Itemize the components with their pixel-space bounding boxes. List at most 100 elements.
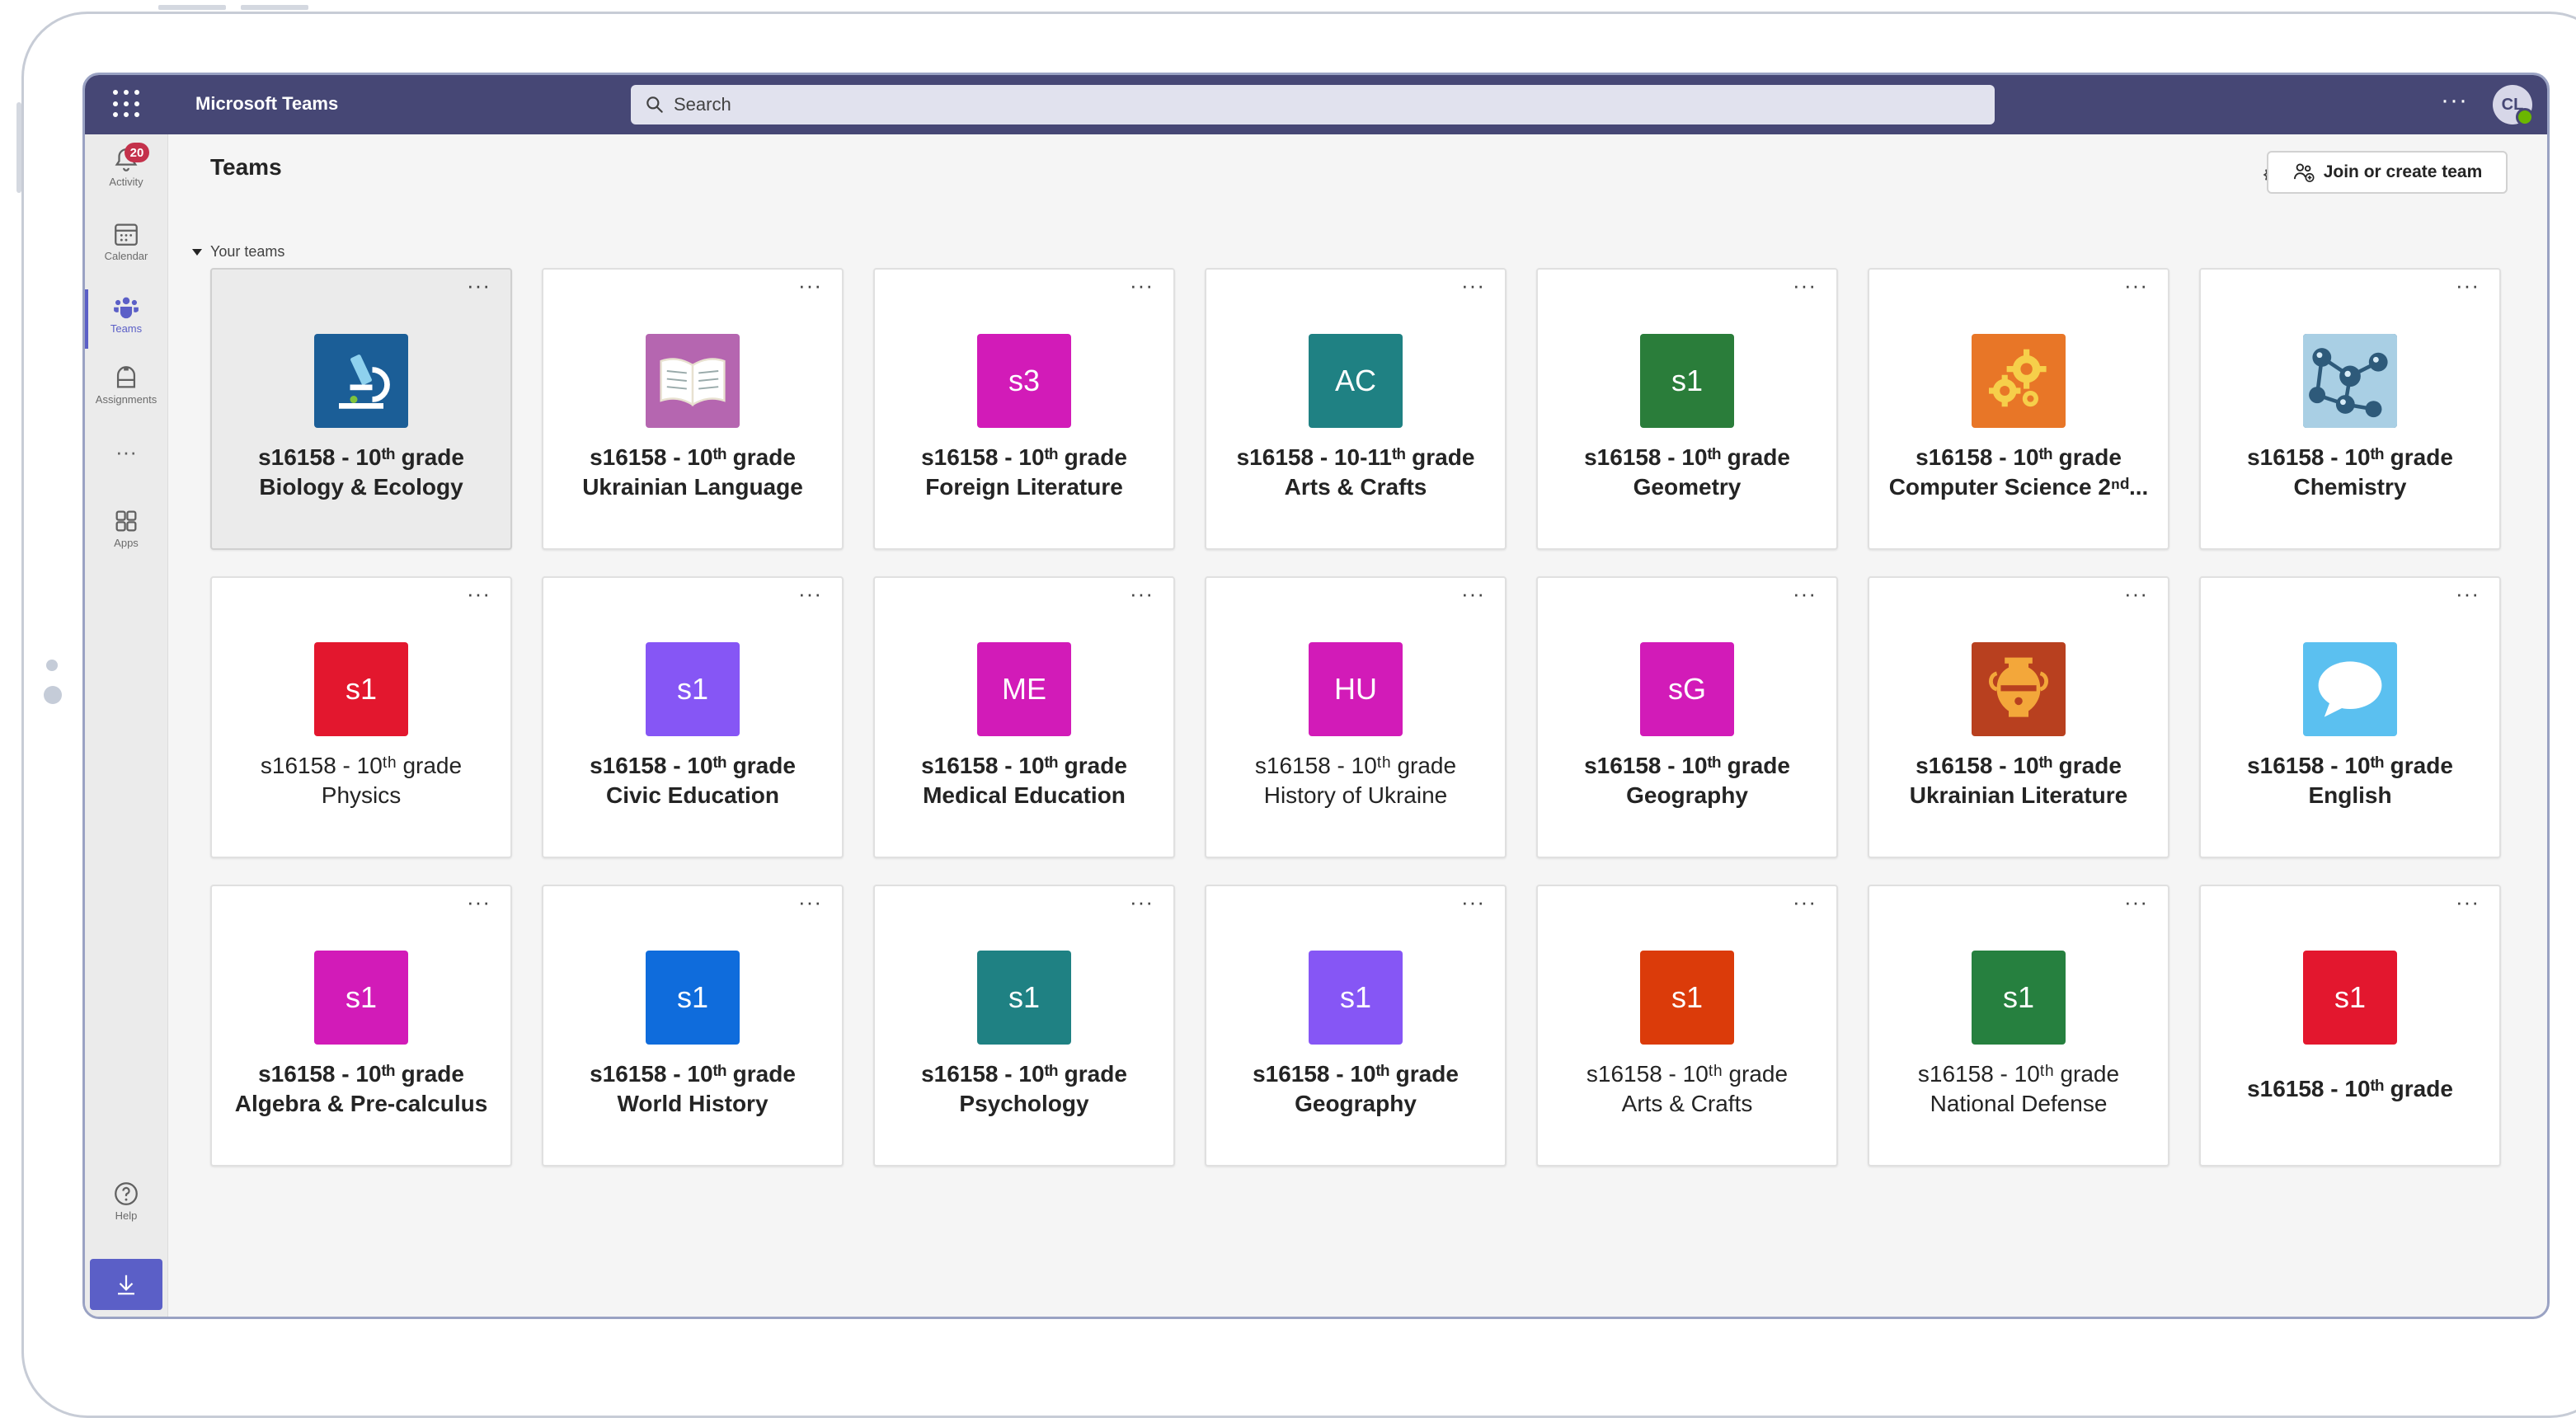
rail-item-apps[interactable]: Apps (85, 507, 167, 565)
team-name-line1: s16158 - 10ᵗʰ grade (590, 1061, 796, 1087)
team-card[interactable]: ··· AC s16158 - 10-11ᵗʰ grade Arts & Crafts (1205, 268, 1507, 550)
team-card[interactable]: ··· s16158 - 10ᵗʰ grade Ukrainian Language (542, 268, 844, 550)
team-card[interactable]: ··· s16158 - 10ᵗʰ grade English (2199, 576, 2501, 858)
team-more-options-icon[interactable]: ··· (798, 890, 822, 915)
team-tile-initials: s1 (2002, 980, 2035, 1014)
team-name-line2: Biology & Ecology (259, 474, 463, 500)
team-tile-initials: s1 (1671, 980, 1704, 1014)
tablet-side-button (16, 102, 21, 193)
rail-item-help[interactable]: Help (85, 1180, 167, 1237)
team-name: s16158 - 10ᵗʰ grade Ukrainian Literature (1878, 751, 2160, 810)
team-tile-initials: s1 (345, 672, 378, 706)
team-more-options-icon[interactable]: ··· (2124, 581, 2148, 607)
team-more-options-icon[interactable]: ··· (798, 581, 822, 607)
team-name-line1: s16158 - 10ᵗʰ grade (2247, 1076, 2453, 1101)
team-name: s16158 - 10ᵗʰ grade Biology & Ecology (220, 443, 502, 502)
more-options-icon[interactable]: ··· (2441, 87, 2468, 115)
download-app-button[interactable] (90, 1259, 162, 1310)
more-apps-icon[interactable]: ··· (85, 439, 167, 465)
microscope-icon (324, 344, 398, 418)
app-launcher-icon[interactable] (113, 90, 141, 118)
team-more-options-icon[interactable]: ··· (1461, 581, 1485, 607)
team-more-options-icon[interactable]: ··· (2456, 273, 2480, 298)
team-name-line1: s16158 - 10ᵗʰ grade (921, 753, 1127, 778)
team-more-options-icon[interactable]: ··· (1130, 581, 1154, 607)
team-more-options-icon[interactable]: ··· (467, 581, 491, 607)
team-name-line1: s16158 - 10-11ᵗʰ grade (1236, 444, 1475, 470)
team-more-options-icon[interactable]: ··· (1461, 273, 1485, 298)
team-more-options-icon[interactable]: ··· (2124, 273, 2148, 298)
team-card[interactable]: ··· s1 s16158 - 10ᵗʰ grade Arts & Crafts (1536, 885, 1838, 1167)
rail-item-teams[interactable]: Teams (85, 293, 167, 350)
team-name-line1: s16158 - 10ᵗʰ grade (1584, 753, 1790, 778)
team-name: s16158 - 10ᵗʰ grade Arts & Crafts (1546, 1059, 1828, 1119)
team-avatar-tile: s1 (977, 951, 1071, 1045)
team-card[interactable]: ··· s1 s16158 - 10ᵗʰ grade Psychology (873, 885, 1175, 1167)
team-name: s16158 - 10ᵗʰ grade Geography (1215, 1059, 1497, 1119)
team-card[interactable]: ··· s16158 - 10ᵗʰ grade Ukrainian Literatu… (1868, 576, 2169, 858)
team-card[interactable]: ··· s1 s16158 - 10ᵗʰ grade Geography (1205, 885, 1507, 1167)
team-tile-initials: s1 (1339, 980, 1372, 1014)
join-or-create-team-label: Join or create team (2323, 162, 2483, 181)
team-name-line2: Civic Education (605, 782, 780, 808)
team-card[interactable]: ··· s1 s16158 - 10ᵗʰ grade Civic Education (542, 576, 844, 858)
teams-icon (114, 297, 139, 319)
molecule-icon (2303, 334, 2397, 428)
avatar[interactable]: CL (2493, 85, 2534, 126)
rail-item-calendar[interactable]: Calendar (85, 220, 167, 278)
team-card[interactable]: ··· s16158 - 10ᵗʰ grade Biology & Ecology (210, 268, 512, 550)
team-more-options-icon[interactable]: ··· (1130, 890, 1154, 915)
team-more-options-icon[interactable]: ··· (1130, 273, 1154, 298)
team-more-options-icon[interactable]: ··· (2124, 890, 2148, 915)
team-name: s16158 - 10ᵗʰ grade World History (552, 1059, 834, 1119)
team-tile-initials: sG (1667, 672, 1706, 706)
team-tile-initials: HU (1334, 672, 1377, 706)
search-input[interactable]: Search (631, 85, 1995, 124)
tablet-tab-mark (241, 5, 308, 10)
team-more-options-icon[interactable]: ··· (2456, 890, 2480, 915)
rail-label-activity: Activity (109, 176, 143, 188)
rail-label-assignments: Assignments (95, 393, 157, 406)
team-card[interactable]: ··· s16158 - 10ᵗʰ grade Chemistry (2199, 268, 2501, 550)
team-card[interactable]: ··· s1 s16158 - 10ᵗʰ grade National Defense (1868, 885, 2169, 1167)
team-name-line2: Medical Education (923, 782, 1126, 808)
team-avatar-tile (646, 334, 740, 428)
team-card[interactable]: ··· HU s16158 - 10ᵗʰ grade History of Ukrai… (1205, 576, 1507, 858)
teams-window: Microsoft Teams Search ··· CL 20 Activit… (82, 73, 2550, 1319)
assignments-icon (116, 366, 136, 388)
team-more-options-icon[interactable]: ··· (467, 273, 491, 298)
team-card[interactable]: ··· ME s16158 - 10ᵗʰ grade Medical Educatio… (873, 576, 1175, 858)
team-more-options-icon[interactable]: ··· (798, 273, 822, 298)
team-card[interactable]: ··· s1 s16158 - 10ᵗʰ grade (2199, 885, 2501, 1167)
rail-item-activity[interactable]: 20 Activity (85, 143, 167, 204)
team-card[interactable]: ··· s1 s16158 - 10ᵗʰ grade World History (542, 885, 844, 1167)
team-name-line2: Foreign Literature (925, 474, 1123, 500)
team-name-line2: Geography (1295, 1091, 1417, 1116)
team-more-options-icon[interactable]: ··· (467, 890, 491, 915)
team-card[interactable]: ··· sG s16158 - 10ᵗʰ grade Geography (1536, 576, 1838, 858)
join-or-create-team-button[interactable]: Join or create team (2267, 151, 2508, 194)
team-name-line1: s16158 - 10ᵗʰ grade (590, 444, 796, 470)
team-more-options-icon[interactable]: ··· (1793, 273, 1817, 298)
team-card[interactable]: ··· s3 s16158 - 10ᵗʰ grade Foreign Literatu… (873, 268, 1175, 550)
team-avatar-tile: s1 (2303, 951, 2397, 1045)
team-more-options-icon[interactable]: ··· (1793, 890, 1817, 915)
team-avatar-tile: s1 (1972, 951, 2066, 1045)
team-name-line2: Chemistry (2293, 474, 2407, 500)
team-more-options-icon[interactable]: ··· (1461, 890, 1485, 915)
team-name-line2: Physics (321, 782, 402, 808)
team-more-options-icon[interactable]: ··· (2456, 581, 2480, 607)
team-avatar-tile (314, 334, 408, 428)
team-card[interactable]: ··· s16158 - 10ᵗʰ grade Computer Science 2… (1868, 268, 2169, 550)
team-name-line2: Ukrainian Language (582, 474, 803, 500)
team-name-line1: s16158 - 10ᵗʰ grade (590, 753, 796, 778)
team-tile-initials: s1 (2334, 980, 2367, 1014)
team-card[interactable]: ··· s1 s16158 - 10ᵗʰ grade Geometry (1536, 268, 1838, 550)
rail-item-assignments[interactable]: Assignments (85, 364, 167, 421)
team-card[interactable]: ··· s1 s16158 - 10ᵗʰ grade Algebra & Pre-ca… (210, 885, 512, 1167)
tablet-sensor (46, 660, 58, 671)
team-name-line2: Psychology (959, 1091, 1089, 1116)
team-card[interactable]: ··· s1 s16158 - 10ᵗʰ grade Physics (210, 576, 512, 858)
team-more-options-icon[interactable]: ··· (1793, 581, 1817, 607)
your-teams-section-toggle[interactable]: Your teams (192, 243, 284, 261)
